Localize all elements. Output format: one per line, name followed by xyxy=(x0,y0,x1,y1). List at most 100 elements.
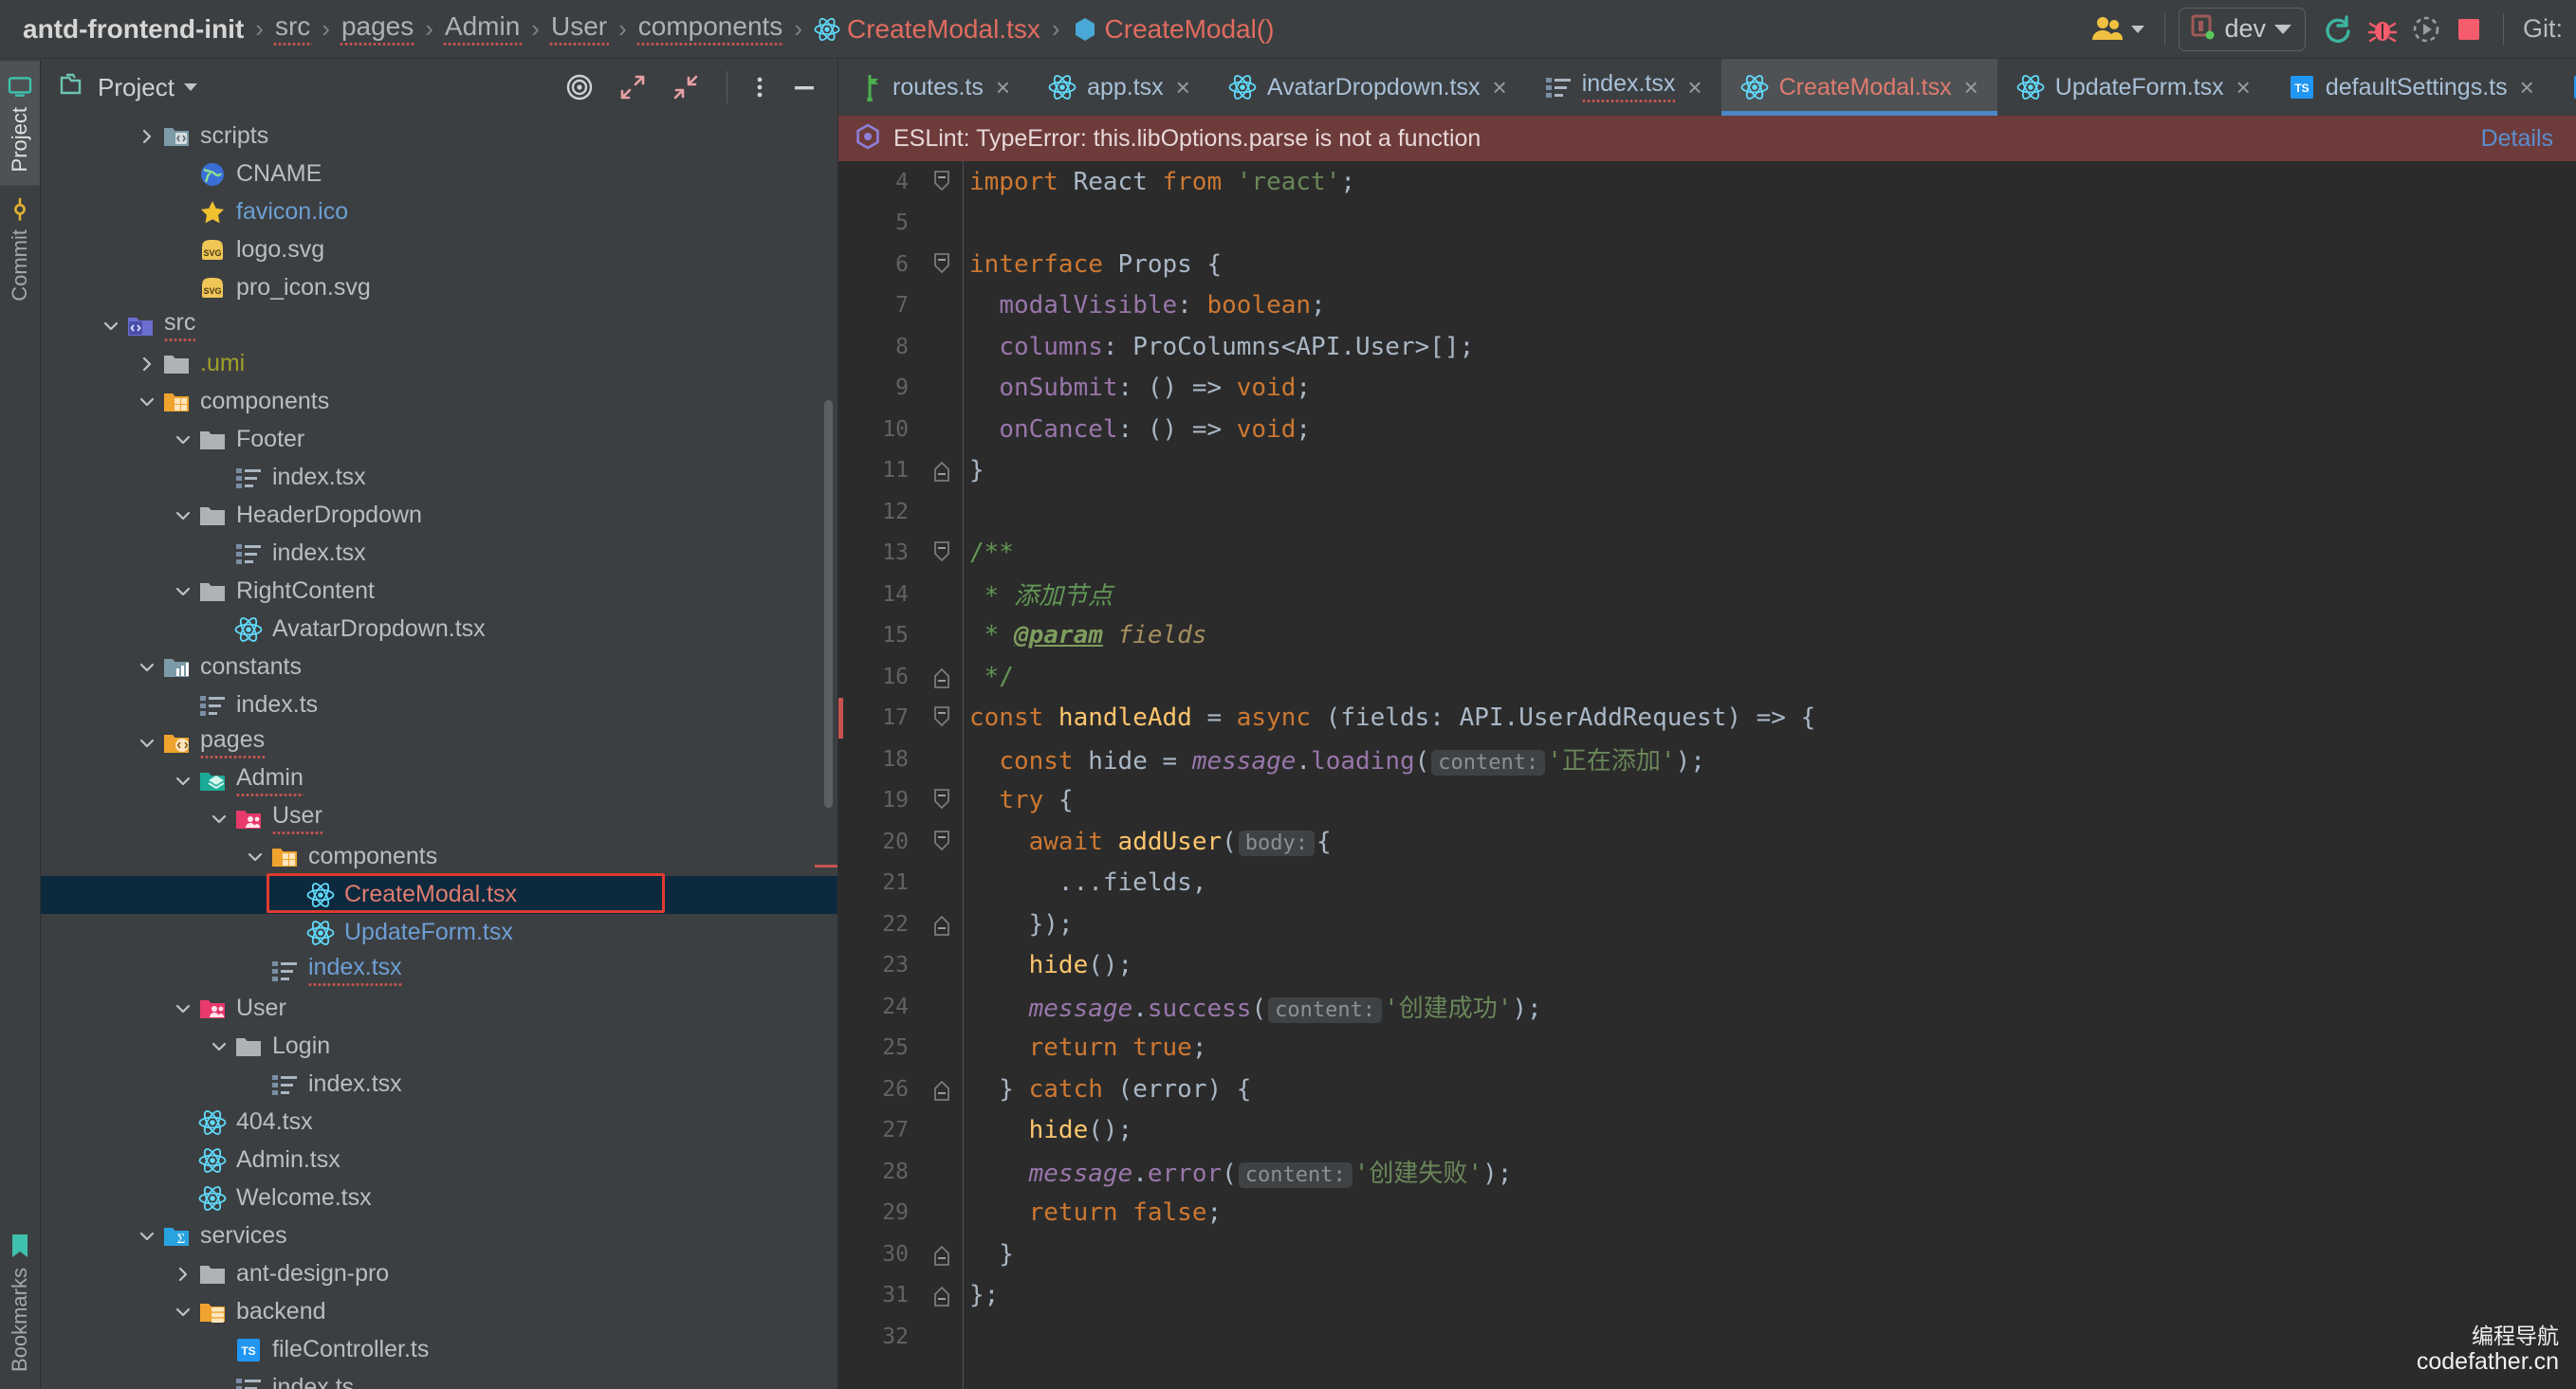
tree-row[interactable]: constants xyxy=(41,649,837,686)
code-line[interactable]: 22 }); xyxy=(838,904,2576,945)
tree-row[interactable]: index.ts xyxy=(41,1369,837,1389)
code-line[interactable]: 18 const hide = message.loading(content:… xyxy=(838,739,2576,780)
fold-start-icon[interactable] xyxy=(922,250,962,279)
chevron-down-icon[interactable] xyxy=(170,772,196,791)
breadcrumb-item[interactable]: antd-frontend-init xyxy=(21,14,246,45)
editor-tab[interactable]: TSuse× xyxy=(2553,59,2576,116)
tree-row[interactable]: SVG pro_icon.svg xyxy=(41,269,837,307)
code-line[interactable]: 17 const handleAdd = async (fields: API.U… xyxy=(838,697,2576,739)
code-line[interactable]: 24 message.success(content: '创建成功'); xyxy=(838,986,2576,1028)
fold-end-icon[interactable] xyxy=(922,1075,962,1104)
tree-row[interactable]: AvatarDropdown.tsx xyxy=(41,611,837,649)
tree-row[interactable]: backend xyxy=(41,1293,837,1331)
fold-end-icon[interactable] xyxy=(922,663,962,691)
locate-target-icon[interactable] xyxy=(558,69,601,105)
tree-row[interactable]: index.tsx xyxy=(41,535,837,573)
close-icon[interactable]: × xyxy=(1174,75,1192,100)
chevron-down-icon[interactable] xyxy=(170,582,196,601)
fold-start-icon[interactable] xyxy=(922,539,962,567)
tree-row[interactable]: User xyxy=(41,800,837,838)
fold-start-icon[interactable] xyxy=(922,828,962,856)
close-icon[interactable]: × xyxy=(1491,75,1509,100)
code-line[interactable]: 29 return false; xyxy=(838,1193,2576,1234)
code-line[interactable]: 19 try { xyxy=(838,780,2576,822)
close-icon[interactable]: × xyxy=(1685,75,1703,100)
fold-end-icon[interactable] xyxy=(922,1240,962,1269)
tree-row[interactable]: index.tsx xyxy=(41,459,837,497)
editor-tab[interactable]: index.tsx × xyxy=(1526,59,1721,116)
code-line[interactable]: 31}; xyxy=(838,1275,2576,1317)
expand-all-icon[interactable] xyxy=(611,69,654,105)
editor-tab[interactable]: routes.ts × xyxy=(838,59,1029,116)
code-line[interactable]: 16 */ xyxy=(838,656,2576,698)
code-line[interactable]: 9 onSubmit: () => void; xyxy=(838,368,2576,410)
tree-row[interactable]: index.ts xyxy=(41,686,837,724)
code-line[interactable]: 4 import React from 'react'; xyxy=(838,161,2576,203)
chevron-down-icon[interactable] xyxy=(170,1303,196,1322)
chevron-down-icon[interactable] xyxy=(170,430,196,449)
chevron-right-icon[interactable] xyxy=(170,1265,196,1284)
more-options-icon[interactable] xyxy=(746,69,773,105)
tree-row[interactable]: src xyxy=(41,307,837,345)
project-file-tree[interactable]: scripts CNAME favicon.ico SVG logo.svg SVG pro… xyxy=(41,116,837,1389)
tree-row-selected[interactable]: CreateModal.tsx xyxy=(41,876,837,914)
chevron-down-icon[interactable] xyxy=(242,848,268,867)
users-icon[interactable] xyxy=(2085,8,2151,51)
tree-row[interactable]: RightContent xyxy=(41,573,837,611)
rail-item-commit[interactable]: Commit xyxy=(0,185,40,315)
tree-row[interactable]: Admin.tsx xyxy=(41,1142,837,1179)
profiler-icon[interactable] xyxy=(2404,8,2448,51)
tree-row[interactable]: UpdateForm.tsx xyxy=(41,914,837,952)
tree-row[interactable]: HeaderDropdown xyxy=(41,497,837,535)
code-line[interactable]: 5 xyxy=(838,203,2576,245)
editor-tab[interactable]: app.tsx × xyxy=(1029,59,1209,116)
chevron-down-icon[interactable] xyxy=(98,317,124,336)
code-line[interactable]: 15 * @param fields xyxy=(838,615,2576,657)
fold-end-icon[interactable] xyxy=(922,910,962,939)
chevron-right-icon[interactable] xyxy=(134,127,160,146)
breadcrumb-item[interactable]: CreateModal() xyxy=(1070,14,1277,45)
chevron-down-icon[interactable] xyxy=(134,1227,160,1246)
fold-start-icon[interactable] xyxy=(922,704,962,732)
tree-row[interactable]: Admin xyxy=(41,762,837,800)
tree-row[interactable]: TS fileController.ts xyxy=(41,1331,837,1369)
tree-row[interactable]: CNAME xyxy=(41,155,837,193)
code-line[interactable]: 7 modalVisible: boolean; xyxy=(838,285,2576,327)
tree-row[interactable]: Welcome.tsx xyxy=(41,1179,837,1217)
close-icon[interactable]: × xyxy=(1962,75,1980,100)
chevron-right-icon[interactable] xyxy=(134,355,160,374)
chevron-down-icon[interactable] xyxy=(170,999,196,1018)
tree-row[interactable]: pages xyxy=(41,724,837,762)
tree-row[interactable]: User xyxy=(41,990,837,1028)
tree-row[interactable]: Footer xyxy=(41,421,837,459)
editor-tab[interactable]: CreateModal.tsx × xyxy=(1720,59,1998,116)
tree-row[interactable]: components xyxy=(41,838,837,876)
stop-icon[interactable] xyxy=(2448,8,2490,51)
rail-item-bookmarks[interactable]: Bookmarks xyxy=(0,1219,40,1385)
tree-row[interactable]: scripts xyxy=(41,118,837,155)
tree-row[interactable]: Σservices xyxy=(41,1217,837,1255)
code-line[interactable]: 12 xyxy=(838,491,2576,533)
breadcrumb-item[interactable]: CreateModal.tsx xyxy=(812,14,1042,45)
breadcrumb-item[interactable]: Admin xyxy=(442,11,523,46)
tree-row[interactable]: index.tsx xyxy=(41,1066,837,1104)
chevron-down-icon[interactable] xyxy=(183,83,197,91)
rerun-icon[interactable] xyxy=(2315,8,2361,51)
error-details-link[interactable]: Details xyxy=(2481,125,2553,153)
fold-start-icon[interactable] xyxy=(922,786,962,814)
tree-row[interactable]: index.tsx xyxy=(41,952,837,990)
code-line[interactable]: 14 * 添加节点 xyxy=(838,574,2576,615)
chevron-down-icon[interactable] xyxy=(134,658,160,677)
breadcrumb-item[interactable]: User xyxy=(548,11,610,46)
code-line[interactable]: 23 hide(); xyxy=(838,945,2576,987)
tree-row[interactable]: .umi xyxy=(41,345,837,383)
code-line[interactable]: 11} xyxy=(838,450,2576,492)
chevron-down-icon[interactable] xyxy=(134,393,160,411)
code-line[interactable]: 27 hide(); xyxy=(838,1110,2576,1152)
close-icon[interactable]: × xyxy=(2235,75,2253,100)
fold-end-icon[interactable] xyxy=(922,1281,962,1309)
tree-row[interactable]: SVG logo.svg xyxy=(41,231,837,269)
tree-row[interactable]: components xyxy=(41,383,837,421)
close-icon[interactable]: × xyxy=(2518,75,2536,100)
breadcrumb-item[interactable]: src xyxy=(272,11,313,46)
